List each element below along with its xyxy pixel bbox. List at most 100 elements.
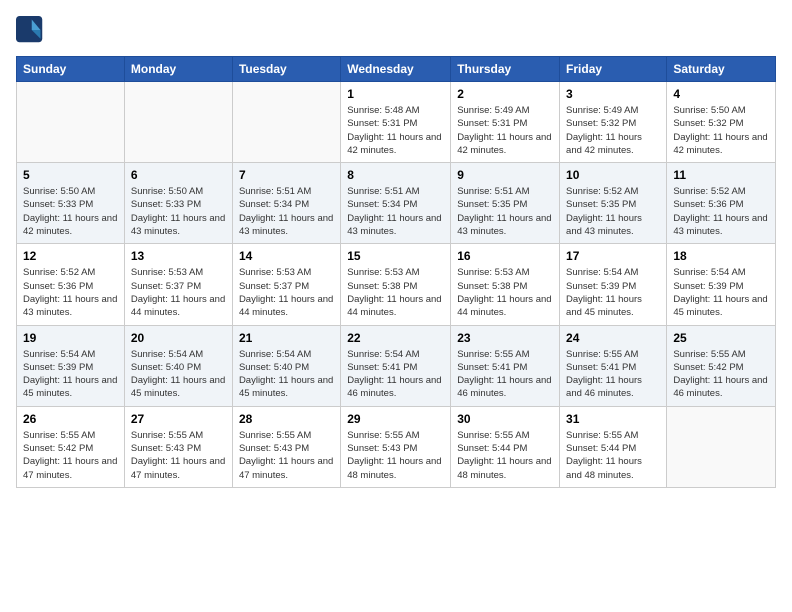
calendar-day-cell: 3 Sunrise: 5:49 AMSunset: 5:32 PMDaylight… [560, 82, 667, 163]
calendar-day-cell: 8 Sunrise: 5:51 AMSunset: 5:34 PMDaylight… [341, 163, 451, 244]
day-number: 10 [566, 168, 660, 182]
calendar-day-cell: 17 Sunrise: 5:54 AMSunset: 5:39 PMDayligh… [560, 244, 667, 325]
day-info: Sunrise: 5:54 AMSunset: 5:40 PMDaylight:… [239, 348, 334, 401]
day-number: 8 [347, 168, 444, 182]
day-number: 1 [347, 87, 444, 101]
calendar-day-cell: 22 Sunrise: 5:54 AMSunset: 5:41 PMDayligh… [341, 325, 451, 406]
weekday-header-row: SundayMondayTuesdayWednesdayThursdayFrid… [17, 57, 776, 82]
calendar-day-cell: 20 Sunrise: 5:54 AMSunset: 5:40 PMDayligh… [124, 325, 232, 406]
day-number: 18 [673, 249, 769, 263]
day-info: Sunrise: 5:52 AMSunset: 5:35 PMDaylight:… [566, 185, 660, 238]
calendar-day-cell: 16Sunrise: 5:53 AMSunset: 5:38 PMDayligh… [451, 244, 560, 325]
day-info: Sunrise: 5:49 AMSunset: 5:32 PMDaylight:… [566, 104, 660, 157]
calendar-week-row: 19 Sunrise: 5:54 AMSunset: 5:39 PMDayligh… [17, 325, 776, 406]
day-info: Sunrise: 5:54 AMSunset: 5:39 PMDaylight:… [566, 266, 660, 319]
day-info: Sunrise: 5:54 AMSunset: 5:39 PMDaylight:… [23, 348, 118, 401]
weekday-header-thursday: Thursday [451, 57, 560, 82]
calendar-day-cell: 29 Sunrise: 5:55 AMSunset: 5:43 PMDayligh… [341, 406, 451, 487]
calendar-table: SundayMondayTuesdayWednesdayThursdayFrid… [16, 56, 776, 488]
day-number: 30 [457, 412, 553, 426]
day-number: 14 [239, 249, 334, 263]
day-info: Sunrise: 5:53 AMSunset: 5:37 PMDaylight:… [239, 266, 334, 319]
logo [16, 16, 48, 44]
day-info: Sunrise: 5:55 AMSunset: 5:44 PMDaylight:… [566, 429, 660, 482]
day-info: Sunrise: 5:49 AMSunset: 5:31 PMDaylight:… [457, 104, 553, 157]
day-info: Sunrise: 5:52 AMSunset: 5:36 PMDaylight:… [23, 266, 118, 319]
day-number: 19 [23, 331, 118, 345]
weekday-header-sunday: Sunday [17, 57, 125, 82]
calendar-day-cell: 5 Sunrise: 5:50 AMSunset: 5:33 PMDaylight… [17, 163, 125, 244]
calendar-day-cell: 26Sunrise: 5:55 AMSunset: 5:42 PMDayligh… [17, 406, 125, 487]
calendar-day-cell [667, 406, 776, 487]
day-number: 24 [566, 331, 660, 345]
calendar-day-cell: 23 Sunrise: 5:55 AMSunset: 5:41 PMDayligh… [451, 325, 560, 406]
day-info: Sunrise: 5:50 AMSunset: 5:32 PMDaylight:… [673, 104, 769, 157]
day-number: 2 [457, 87, 553, 101]
day-info: Sunrise: 5:48 AMSunset: 5:31 PMDaylight:… [347, 104, 444, 157]
day-number: 15 [347, 249, 444, 263]
calendar-day-cell: 24Sunrise: 5:55 AMSunset: 5:41 PMDayligh… [560, 325, 667, 406]
day-info: Sunrise: 5:55 AMSunset: 5:42 PMDaylight:… [673, 348, 769, 401]
calendar-day-cell [17, 82, 125, 163]
page-header [16, 16, 776, 44]
calendar-day-cell: 12 Sunrise: 5:52 AMSunset: 5:36 PMDayligh… [17, 244, 125, 325]
calendar-day-cell: 9 Sunrise: 5:51 AMSunset: 5:35 PMDaylight… [451, 163, 560, 244]
day-number: 7 [239, 168, 334, 182]
day-number: 25 [673, 331, 769, 345]
day-info: Sunrise: 5:55 AMSunset: 5:41 PMDaylight:… [457, 348, 553, 401]
day-info: Sunrise: 5:51 AMSunset: 5:34 PMDaylight:… [239, 185, 334, 238]
day-info: Sunrise: 5:54 AMSunset: 5:39 PMDaylight:… [673, 266, 769, 319]
calendar-day-cell: 13 Sunrise: 5:53 AMSunset: 5:37 PMDayligh… [124, 244, 232, 325]
day-number: 4 [673, 87, 769, 101]
calendar-day-cell: 19 Sunrise: 5:54 AMSunset: 5:39 PMDayligh… [17, 325, 125, 406]
day-number: 12 [23, 249, 118, 263]
calendar-day-cell: 28Sunrise: 5:55 AMSunset: 5:43 PMDayligh… [232, 406, 340, 487]
calendar-day-cell: 7 Sunrise: 5:51 AMSunset: 5:34 PMDaylight… [232, 163, 340, 244]
day-info: Sunrise: 5:51 AMSunset: 5:35 PMDaylight:… [457, 185, 553, 238]
day-info: Sunrise: 5:54 AMSunset: 5:40 PMDaylight:… [131, 348, 226, 401]
day-number: 9 [457, 168, 553, 182]
day-number: 16 [457, 249, 553, 263]
logo-icon [16, 16, 44, 44]
day-number: 5 [23, 168, 118, 182]
weekday-header-saturday: Saturday [667, 57, 776, 82]
calendar-day-cell: 4 Sunrise: 5:50 AMSunset: 5:32 PMDaylight… [667, 82, 776, 163]
weekday-header-wednesday: Wednesday [341, 57, 451, 82]
day-info: Sunrise: 5:53 AMSunset: 5:37 PMDaylight:… [131, 266, 226, 319]
day-info: Sunrise: 5:54 AMSunset: 5:41 PMDaylight:… [347, 348, 444, 401]
day-number: 23 [457, 331, 553, 345]
weekday-header-monday: Monday [124, 57, 232, 82]
day-number: 26 [23, 412, 118, 426]
day-info: Sunrise: 5:50 AMSunset: 5:33 PMDaylight:… [131, 185, 226, 238]
weekday-header-tuesday: Tuesday [232, 57, 340, 82]
day-number: 21 [239, 331, 334, 345]
calendar-day-cell [124, 82, 232, 163]
day-number: 13 [131, 249, 226, 263]
day-number: 29 [347, 412, 444, 426]
day-info: Sunrise: 5:55 AMSunset: 5:44 PMDaylight:… [457, 429, 553, 482]
calendar-day-cell: 2 Sunrise: 5:49 AMSunset: 5:31 PMDaylight… [451, 82, 560, 163]
calendar-week-row: 1 Sunrise: 5:48 AMSunset: 5:31 PMDaylight… [17, 82, 776, 163]
day-number: 28 [239, 412, 334, 426]
day-number: 17 [566, 249, 660, 263]
calendar-day-cell: 11 Sunrise: 5:52 AMSunset: 5:36 PMDayligh… [667, 163, 776, 244]
day-info: Sunrise: 5:55 AMSunset: 5:43 PMDaylight:… [347, 429, 444, 482]
calendar-day-cell [232, 82, 340, 163]
day-info: Sunrise: 5:55 AMSunset: 5:43 PMDaylight:… [131, 429, 226, 482]
day-number: 20 [131, 331, 226, 345]
calendar-week-row: 5 Sunrise: 5:50 AMSunset: 5:33 PMDaylight… [17, 163, 776, 244]
calendar-day-cell: 27 Sunrise: 5:55 AMSunset: 5:43 PMDayligh… [124, 406, 232, 487]
day-info: Sunrise: 5:52 AMSunset: 5:36 PMDaylight:… [673, 185, 769, 238]
day-number: 11 [673, 168, 769, 182]
calendar-day-cell: 31 Sunrise: 5:55 AMSunset: 5:44 PMDayligh… [560, 406, 667, 487]
calendar-day-cell: 15Sunrise: 5:53 AMSunset: 5:38 PMDayligh… [341, 244, 451, 325]
day-number: 22 [347, 331, 444, 345]
calendar-week-row: 12 Sunrise: 5:52 AMSunset: 5:36 PMDayligh… [17, 244, 776, 325]
day-number: 27 [131, 412, 226, 426]
day-number: 31 [566, 412, 660, 426]
calendar-day-cell: 30 Sunrise: 5:55 AMSunset: 5:44 PMDayligh… [451, 406, 560, 487]
day-info: Sunrise: 5:50 AMSunset: 5:33 PMDaylight:… [23, 185, 118, 238]
day-number: 3 [566, 87, 660, 101]
day-info: Sunrise: 5:51 AMSunset: 5:34 PMDaylight:… [347, 185, 444, 238]
calendar-day-cell: 14 Sunrise: 5:53 AMSunset: 5:37 PMDayligh… [232, 244, 340, 325]
